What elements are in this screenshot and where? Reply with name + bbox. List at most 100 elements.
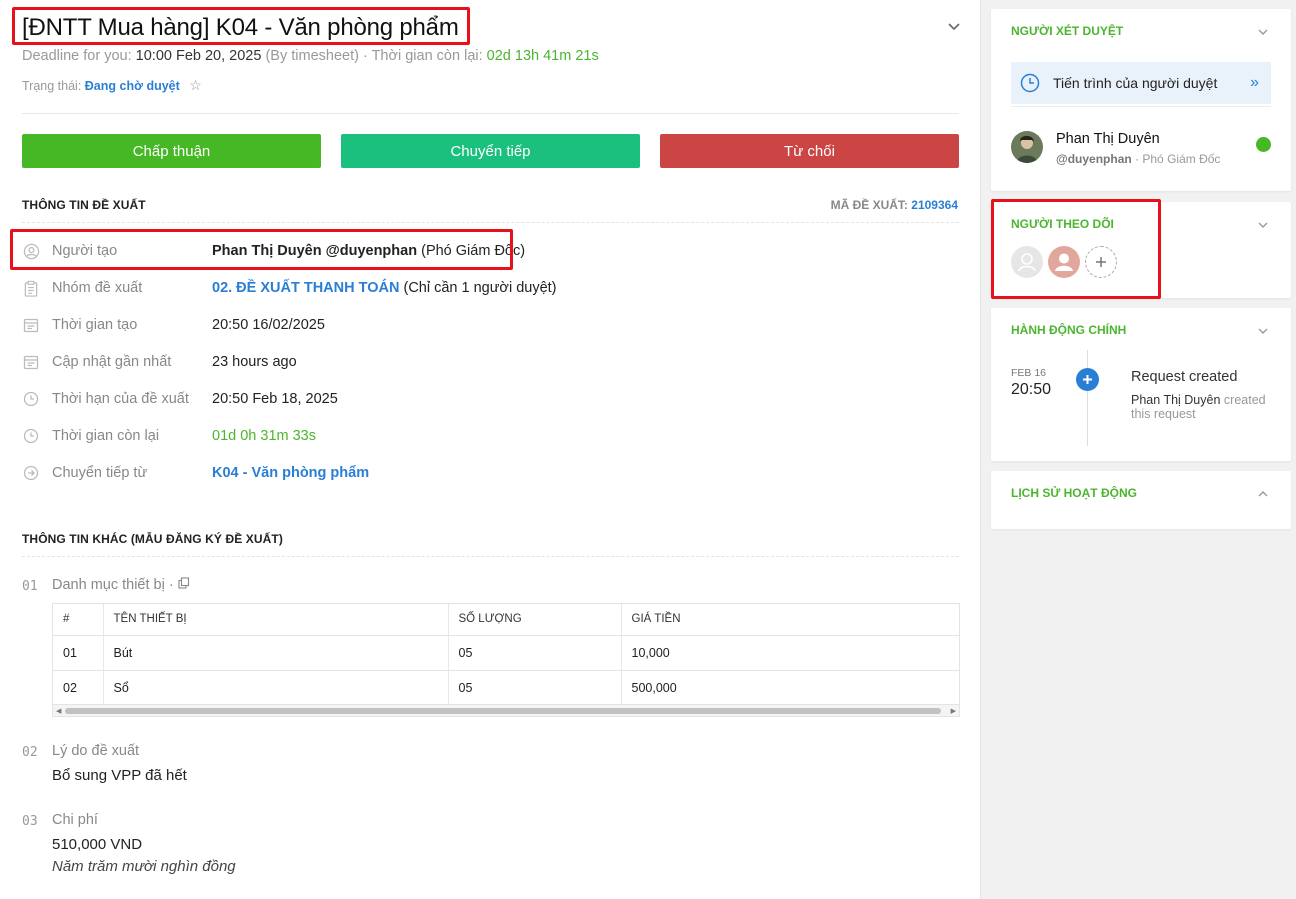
field-label: Danh mục thiết bị · <box>52 577 190 593</box>
info-label: Thời gian tạo <box>52 317 138 333</box>
star-icon[interactable]: ☆ <box>189 77 202 93</box>
clock-icon <box>1020 73 1040 93</box>
forwarded-from-link[interactable]: K04 - Văn phòng phẩm <box>212 465 369 481</box>
divider <box>1011 106 1271 107</box>
timeline-event-title: Request created <box>1131 369 1238 385</box>
field-label: Chi phí <box>52 812 98 828</box>
scrollbar-thumb[interactable] <box>65 708 941 714</box>
field-number: 01 <box>22 579 38 594</box>
table-row: 02 Sổ 05 500,000 <box>53 670 959 706</box>
approver-progress-button[interactable]: Tiến trình của người duyệt » <box>1011 62 1271 104</box>
info-value: Phan Thị Duyên @duyenphan (Phó Giám Đốc) <box>212 243 525 259</box>
info-value: 20:50 Feb 18, 2025 <box>212 391 338 407</box>
table-cell: 02 <box>53 670 104 706</box>
horizontal-scrollbar[interactable]: ◀ ▶ <box>53 704 959 716</box>
column-header: TÊN THIẾT BỊ <box>103 604 449 636</box>
deadline-suffix: (By timesheet) · Thời gian còn lại: <box>265 48 483 64</box>
info-label: Chuyển tiếp từ <box>52 465 148 481</box>
table-cell: 10,000 <box>621 635 959 671</box>
reject-button[interactable]: Từ chối <box>660 134 959 168</box>
double-chevron-right-icon[interactable]: » <box>1250 74 1259 92</box>
field-note: Năm trăm mười nghìn đồng <box>52 858 236 875</box>
user-circle-icon <box>22 242 40 260</box>
status-line: Trạng thái: Đang chờ duyệt ☆ <box>22 77 202 94</box>
other-info-heading: THÔNG TIN KHÁC (MẪU ĐĂNG KÝ ĐỀ XUẤT) <box>22 532 283 546</box>
approver-role: · Phó Giám Đốc <box>1135 152 1221 166</box>
table-cell: 500,000 <box>621 670 959 706</box>
field-label-text: Danh mục thiết bị · <box>52 577 174 593</box>
field-value: 510,000 VND <box>52 836 143 853</box>
info-row-updated: Cập nhật gần nhất 23 hours ago <box>22 351 297 373</box>
chevron-down-icon[interactable] <box>1257 219 1269 231</box>
info-value: 20:50 16/02/2025 <box>212 317 325 333</box>
info-label: Thời gian còn lại <box>52 428 160 444</box>
column-header: # <box>53 604 104 636</box>
chevron-down-icon[interactable] <box>1257 325 1269 337</box>
reviewers-heading: NGƯỜI XÉT DUYỆT <box>1011 24 1124 38</box>
chevron-down-icon[interactable] <box>1257 26 1269 38</box>
progress-label: Tiến trình của người duyệt <box>1053 75 1218 91</box>
info-row-remaining: Thời gian còn lại 01d 0h 31m 33s <box>22 425 316 447</box>
reviewers-card: NGƯỜI XÉT DUYỆT Tiến trình của người duy… <box>991 9 1291 191</box>
table-cell: 01 <box>53 635 104 671</box>
plus-circle-icon <box>1076 368 1099 391</box>
remaining-value: 01d 0h 31m 33s <box>212 428 316 444</box>
group-note: (Chỉ cần 1 người duyệt) <box>403 280 557 296</box>
chevron-up-icon[interactable] <box>1257 488 1269 500</box>
calendar-edit-icon <box>22 353 40 371</box>
info-value: 02. ĐỀ XUẤT THANH TOÁN (Chỉ cần 1 người … <box>212 280 557 296</box>
proposal-code-value[interactable]: 2109364 <box>911 198 958 212</box>
main-actions-heading: HÀNH ĐỘNG CHÍNH <box>1011 323 1127 337</box>
approve-button[interactable]: Chấp thuận <box>22 134 321 168</box>
deadline-line: Deadline for you: 10:00 Feb 20, 2025 (By… <box>22 48 599 64</box>
info-row-forwarded-from: Chuyển tiếp từ K04 - Văn phòng phẩm <box>22 462 369 484</box>
remaining-time: 02d 13h 41m 21s <box>486 48 599 64</box>
arrow-right-circle-icon <box>22 464 40 482</box>
field-number: 02 <box>22 745 38 760</box>
table-cell: 05 <box>448 635 622 671</box>
scroll-left-icon[interactable]: ◀ <box>56 707 61 715</box>
avatar[interactable] <box>1011 131 1043 163</box>
approver-subline: @duyenphan · Phó Giám Đốc <box>1056 152 1220 166</box>
table-row: 01 Bút 05 10,000 <box>53 635 959 671</box>
field-value: Bổ sung VPP đã hết <box>52 767 187 784</box>
avatar[interactable] <box>1011 246 1043 278</box>
clipboard-icon <box>22 279 40 297</box>
approver-name[interactable]: Phan Thị Duyên <box>1056 131 1160 147</box>
creator-role: (Phó Giám Đốc) <box>421 243 526 259</box>
status-dot <box>1256 137 1271 152</box>
field-label: Lý do đề xuất <box>52 743 140 759</box>
divider <box>22 556 959 557</box>
scroll-right-icon[interactable]: ▶ <box>951 707 956 715</box>
info-value: 23 hours ago <box>212 354 297 370</box>
proposal-detail-panel: [ĐNTT Mua hàng] K04 - Văn phòng phẩm Dea… <box>0 0 981 899</box>
clock-icon <box>22 427 40 445</box>
proposal-code: MÃ ĐỀ XUẤT: 2109364 <box>831 198 958 212</box>
info-row-creator: Người tạo Phan Thị Duyên @duyenphan (Phó… <box>22 240 525 262</box>
status-label: Trạng thái: <box>22 79 82 93</box>
page-title: [ĐNTT Mua hàng] K04 - Văn phòng phẩm <box>22 14 459 41</box>
info-row-created-time: Thời gian tạo 20:50 16/02/2025 <box>22 314 325 336</box>
timeline-line <box>1087 350 1088 446</box>
copy-icon[interactable] <box>178 577 190 593</box>
history-card: LỊCH SỬ HOẠT ĐỘNG <box>991 471 1291 529</box>
chevron-down-icon[interactable] <box>946 18 962 34</box>
column-header: GIÁ TIỀN <box>621 604 959 636</box>
history-heading: LỊCH SỬ HOẠT ĐỘNG <box>1011 486 1137 500</box>
avatar[interactable] <box>1048 246 1080 278</box>
info-row-deadline: Thời hạn của đề xuất 20:50 Feb 18, 2025 <box>22 388 338 410</box>
table-header-row: # TÊN THIẾT BỊ SỐ LƯỢNG GIÁ TIỀN <box>53 604 959 636</box>
timeline-event-desc: Phan Thị Duyên created this request <box>1131 393 1281 421</box>
info-label: Người tạo <box>52 243 118 259</box>
creator-name[interactable]: Phan Thị Duyên @duyenphan <box>212 243 417 259</box>
group-link[interactable]: 02. ĐỀ XUẤT THANH TOÁN <box>212 280 399 296</box>
event-actor[interactable]: Phan Thị Duyên <box>1131 393 1220 407</box>
deadline-value: 10:00 Feb 20, 2025 <box>135 48 262 64</box>
timeline-time: 20:50 <box>1011 381 1052 398</box>
column-header: SỐ LƯỢNG <box>448 604 622 636</box>
info-label: Cập nhật gần nhất <box>52 354 172 370</box>
forward-button[interactable]: Chuyển tiếp <box>341 134 640 168</box>
add-follower-button[interactable] <box>1085 246 1117 278</box>
equipment-table: # TÊN THIẾT BỊ SỐ LƯỢNG GIÁ TIỀN 01 Bút … <box>52 603 960 717</box>
info-row-group: Nhóm đề xuất 02. ĐỀ XUẤT THANH TOÁN (Chỉ… <box>22 277 557 299</box>
